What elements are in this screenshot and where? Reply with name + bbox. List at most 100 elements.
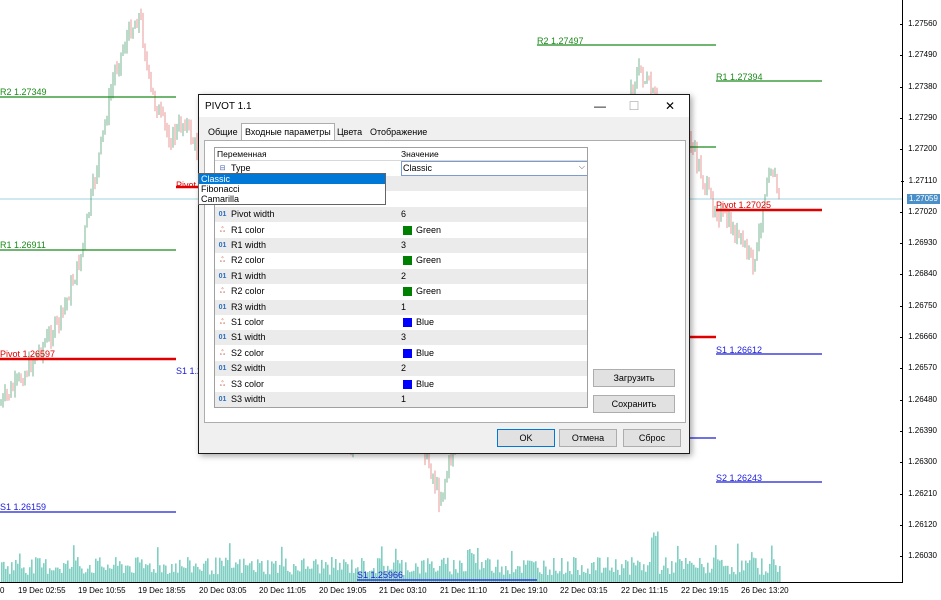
volume-bar (327, 564, 329, 583)
dropdown-option[interactable]: Fibonacci (199, 184, 385, 194)
time-tick: 19 Dec 02:55 (18, 586, 66, 595)
volume-bar (545, 566, 547, 583)
volume-bar (335, 558, 337, 583)
ok-button[interactable]: OK (497, 429, 555, 447)
param-row[interactable]: 01 S3 width 1 (215, 392, 587, 407)
volume-bar (17, 563, 19, 583)
load-button[interactable]: Загрузить (593, 369, 675, 387)
param-value[interactable]: Blue (416, 379, 434, 389)
volume-bar (737, 543, 739, 583)
param-row[interactable]: ஃ R2 color Green (215, 253, 587, 270)
volume-bar (45, 559, 47, 583)
param-value[interactable]: Green (416, 286, 441, 296)
header-value[interactable]: Значение (401, 149, 439, 159)
volume-bar (751, 552, 753, 583)
param-value[interactable]: Blue (416, 348, 434, 358)
param-row[interactable]: ஃ R2 color Green (215, 284, 587, 301)
time-axis[interactable]: 0 19 Dec 02:55 19 Dec 10:55 19 Dec 18:55 20 … (0, 582, 903, 600)
param-row[interactable]: 01 R1 width 2 (215, 268, 587, 285)
type-select-value: Classic (403, 163, 433, 173)
param-row[interactable]: ஃ R1 color Green (215, 223, 587, 239)
volume-bar (321, 559, 323, 583)
param-row[interactable]: 01 R1 width 3 (215, 238, 587, 254)
volume-bar (697, 567, 699, 583)
color-icon: ஃ (219, 288, 226, 296)
param-value[interactable]: Blue (416, 317, 434, 327)
volume-bar (243, 558, 245, 583)
volume-bar (129, 566, 131, 583)
dropdown-option[interactable]: Classic (199, 174, 385, 184)
minimize-button[interactable]: — (585, 95, 615, 117)
header-variable[interactable]: Переменная (217, 149, 267, 159)
volume-bar (233, 567, 235, 583)
volume-bar (247, 565, 249, 583)
chevron-down-icon[interactable]: ⌵ (579, 162, 585, 172)
param-name: S3 color (231, 378, 265, 389)
param-value[interactable]: 6 (401, 209, 406, 219)
current-price-tag: 1.27059 (907, 194, 940, 204)
volume-bar (455, 569, 457, 583)
volume-bar (345, 562, 347, 583)
volume-bar (753, 557, 755, 583)
volume-bar (779, 565, 781, 583)
cancel-button[interactable]: Отмена (559, 429, 617, 447)
volume-bar (97, 560, 99, 583)
param-row[interactable]: 01 R3 width 1 (215, 299, 587, 316)
tab-general[interactable]: Общие (205, 126, 241, 139)
close-button[interactable]: ✕ (655, 95, 685, 117)
param-row[interactable]: ஃ S3 color Blue (215, 377, 587, 393)
volume-bar (649, 561, 651, 583)
volume-bar (703, 567, 705, 583)
r2-right-label: R2 1.27497 (537, 36, 584, 46)
param-value[interactable]: 3 (401, 240, 406, 250)
param-name: Type (231, 163, 251, 173)
param-row[interactable]: ஃ S2 color Blue (215, 346, 587, 362)
param-name: R1 color (231, 224, 265, 235)
param-value[interactable]: 1 (401, 302, 406, 312)
tab-display[interactable]: Отображение (367, 126, 430, 139)
time-tick: 20 Dec 19:05 (319, 586, 367, 595)
reset-button[interactable]: Сброс (623, 429, 681, 447)
save-button[interactable]: Сохранить (593, 395, 675, 413)
param-row[interactable]: 01 S2 width 2 (215, 361, 587, 378)
int-icon: 01 (218, 211, 227, 219)
tab-colors[interactable]: Цвета (334, 126, 365, 139)
price-tick: 1.26930 (900, 238, 937, 248)
param-value[interactable]: Green (416, 255, 441, 265)
volume-bar (229, 543, 231, 583)
int-icon: 01 (218, 396, 227, 403)
param-row[interactable]: ஃ S1 color Blue (215, 315, 587, 331)
param-value[interactable]: 2 (401, 271, 406, 281)
param-row[interactable]: 01 Pivot width 6 (215, 207, 587, 224)
price-tick: 1.27110 (900, 175, 937, 185)
volume-bar (713, 557, 715, 583)
tab-input-params[interactable]: Входные параметры (241, 123, 335, 141)
volume-bar (195, 563, 197, 583)
dropdown-option[interactable]: Camarilla (199, 194, 385, 204)
volume-bar (199, 569, 201, 583)
param-value[interactable]: 1 (401, 394, 406, 404)
volume-bar (65, 563, 67, 583)
volume-bar (69, 568, 71, 583)
param-value[interactable]: 3 (401, 332, 406, 342)
volume-bar (23, 567, 25, 583)
price-tick: 1.26210 (900, 488, 937, 498)
volume-bar (273, 563, 275, 583)
dialog-titlebar[interactable]: PIVOT 1.1 — ☐ ✕ (199, 95, 689, 117)
param-name: S2 color (231, 347, 265, 358)
volume-bar (333, 567, 335, 583)
color-swatch (403, 287, 412, 297)
type-select[interactable]: Classic ⌵ (401, 161, 587, 176)
volume-bar (651, 537, 653, 583)
price-tick: 1.26570 (900, 363, 937, 373)
param-value[interactable]: 2 (401, 363, 406, 373)
param-value[interactable]: Green (416, 225, 441, 235)
maximize-button[interactable]: ☐ (619, 95, 649, 117)
volume-bar (643, 564, 645, 583)
price-axis[interactable]: 1.27560 1.27490 1.27380 1.27290 1.27200 1.271… (900, 0, 941, 583)
volume-bar (695, 567, 697, 583)
volume-bar (351, 559, 353, 583)
param-row[interactable]: 01 S1 width 3 (215, 330, 587, 347)
volume-bar (73, 545, 75, 583)
volume-bar (275, 560, 277, 583)
